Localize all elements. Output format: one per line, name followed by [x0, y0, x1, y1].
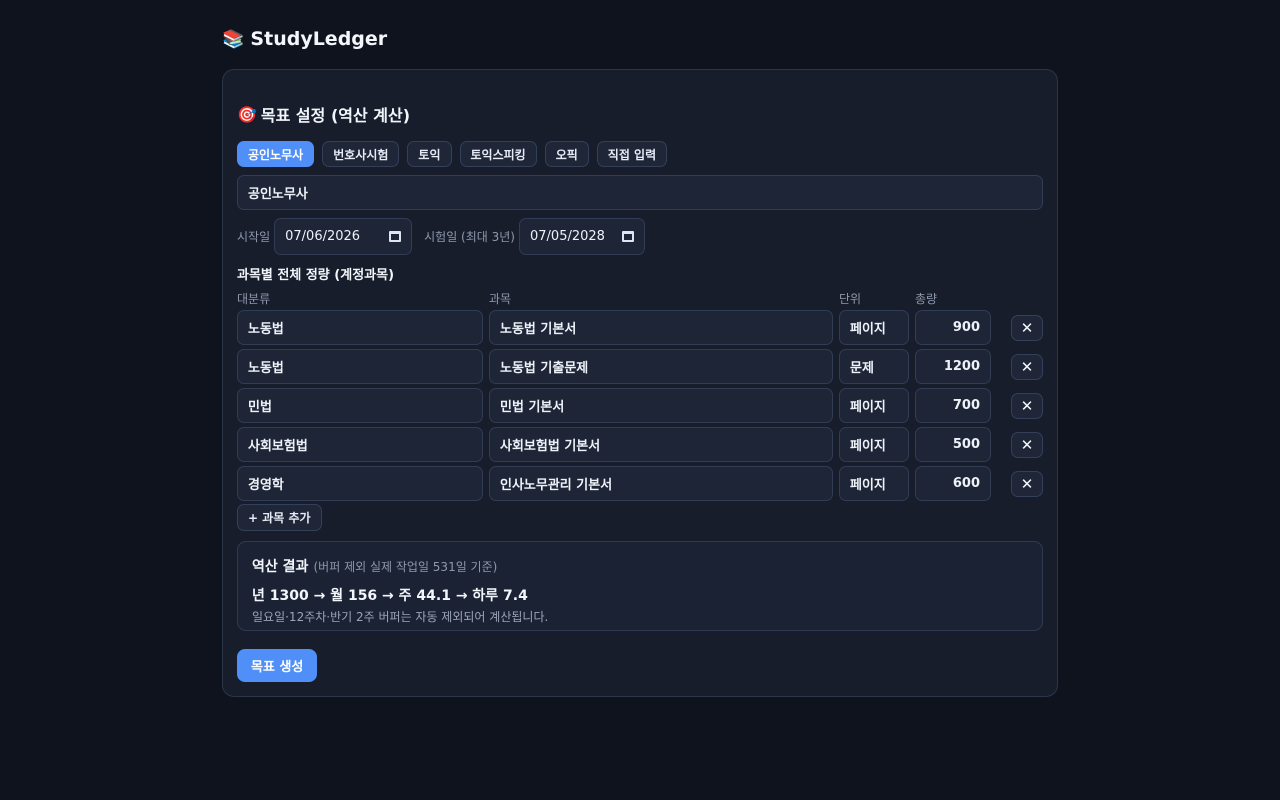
amount-input[interactable]: 700	[915, 388, 991, 423]
preset-chip-1[interactable]: 번호사시험	[322, 141, 400, 167]
close-icon: ✕	[1020, 475, 1034, 493]
subject-row: 사회보험법 사회보험법 기본서 페이지 500 ✕	[237, 427, 1043, 462]
preset-chip-2[interactable]: 토익	[407, 141, 452, 167]
column-header-category: 대분류	[237, 292, 271, 306]
unit-input[interactable]: 페이지	[839, 310, 909, 345]
category-input[interactable]: 사회보험법	[237, 427, 483, 462]
amount-input[interactable]: 900	[915, 310, 991, 345]
goal-card: 🎯 목표 설정 (역산 계산) 공인노무사 번호사시험 토익 토익스피킹 오픽 …	[222, 69, 1058, 697]
subjects-title: 과목별 전체 정량 (계정과목)	[237, 268, 395, 283]
books-icon: 📚	[222, 28, 245, 50]
section-title: 🎯 목표 설정 (역산 계산)	[237, 102, 410, 126]
subject-row: 민법 민법 기본서 페이지 700 ✕	[237, 388, 1043, 423]
calendar-icon[interactable]	[622, 231, 634, 242]
start-date-label: 시작일	[237, 230, 271, 244]
category-input[interactable]: 민법	[237, 388, 483, 423]
subject-input[interactable]: 사회보험법 기본서	[489, 427, 833, 462]
preset-chip-5[interactable]: 직접 입력	[596, 141, 668, 167]
result-note: (버퍼 제외 실제 작업일 531일 기준)	[313, 560, 498, 574]
app-header: 📚 StudyLedger	[222, 28, 387, 50]
preset-chip-4[interactable]: 오픽	[544, 141, 589, 167]
subject-input[interactable]: 노동법 기출문제	[489, 349, 833, 384]
amount-input[interactable]: 1200	[915, 349, 991, 384]
close-icon: ✕	[1020, 319, 1034, 337]
result-summary: 년 1300 → 월 156 → 주 44.1 → 하루 7.4	[252, 588, 528, 604]
unit-input[interactable]: 문제	[839, 349, 909, 384]
section-title-text: 목표 설정 (역산 계산)	[260, 106, 411, 125]
unit-input[interactable]: 페이지	[839, 388, 909, 423]
unit-input[interactable]: 페이지	[839, 427, 909, 462]
generate-goal-button[interactable]: 목표 생성	[237, 649, 318, 682]
date-row: 시작일 07/06/2026 시험일 (최대 3년) 07/05/2028	[237, 218, 645, 255]
start-date-input[interactable]: 07/06/2026	[274, 218, 413, 255]
result-panel: 역산 결과 (버퍼 제외 실제 작업일 531일 기준) 년 1300 → 월 …	[237, 541, 1043, 631]
preset-chip-0[interactable]: 공인노무사	[237, 141, 315, 167]
exam-date-value: 07/05/2028	[530, 229, 605, 244]
column-header-unit: 단위	[839, 292, 862, 306]
subject-input[interactable]: 인사노무관리 기본서	[489, 466, 833, 501]
add-subject-button[interactable]: + 과목 추가	[237, 504, 322, 531]
category-input[interactable]: 노동법	[237, 349, 483, 384]
subject-row: 경영학 인사노무관리 기본서 페이지 600 ✕	[237, 466, 1043, 501]
column-header-amount: 총량	[915, 292, 938, 306]
amount-input[interactable]: 500	[915, 427, 991, 462]
exam-date-input[interactable]: 07/05/2028	[519, 218, 645, 255]
close-icon: ✕	[1020, 436, 1034, 454]
calendar-icon[interactable]	[389, 231, 402, 242]
delete-row-button[interactable]: ✕	[1011, 471, 1043, 497]
subject-input[interactable]: 민법 기본서	[489, 388, 833, 423]
amount-input[interactable]: 600	[915, 466, 991, 501]
close-icon: ✕	[1020, 397, 1034, 415]
preset-tabs: 공인노무사 번호사시험 토익 토익스피킹 오픽 직접 입력	[237, 141, 668, 167]
delete-row-button[interactable]: ✕	[1011, 315, 1043, 341]
column-header-subject: 과목	[489, 292, 512, 306]
delete-row-button[interactable]: ✕	[1011, 393, 1043, 419]
subject-row: 노동법 노동법 기출문제 문제 1200 ✕	[237, 349, 1043, 384]
result-title: 역산 결과	[252, 559, 309, 575]
subject-input[interactable]: 노동법 기본서	[489, 310, 833, 345]
category-input[interactable]: 경영학	[237, 466, 483, 501]
result-description: 일요일·12주차·반기 2주 버퍼는 자동 제외되어 계산됩니다.	[252, 610, 549, 624]
delete-row-button[interactable]: ✕	[1011, 354, 1043, 380]
delete-row-button[interactable]: ✕	[1011, 432, 1043, 458]
goal-name-input[interactable]: 공인노무사	[237, 175, 1043, 210]
target-icon: 🎯	[237, 104, 257, 124]
unit-input[interactable]: 페이지	[839, 466, 909, 501]
start-date-value: 07/06/2026	[285, 229, 361, 244]
subject-row: 노동법 노동법 기본서 페이지 900 ✕	[237, 310, 1043, 345]
exam-date-label: 시험일 (최대 3년)	[424, 230, 515, 244]
preset-chip-3[interactable]: 토익스피킹	[459, 141, 537, 167]
category-input[interactable]: 노동법	[237, 310, 483, 345]
app-title: StudyLedger	[250, 28, 388, 50]
close-icon: ✕	[1020, 358, 1034, 376]
